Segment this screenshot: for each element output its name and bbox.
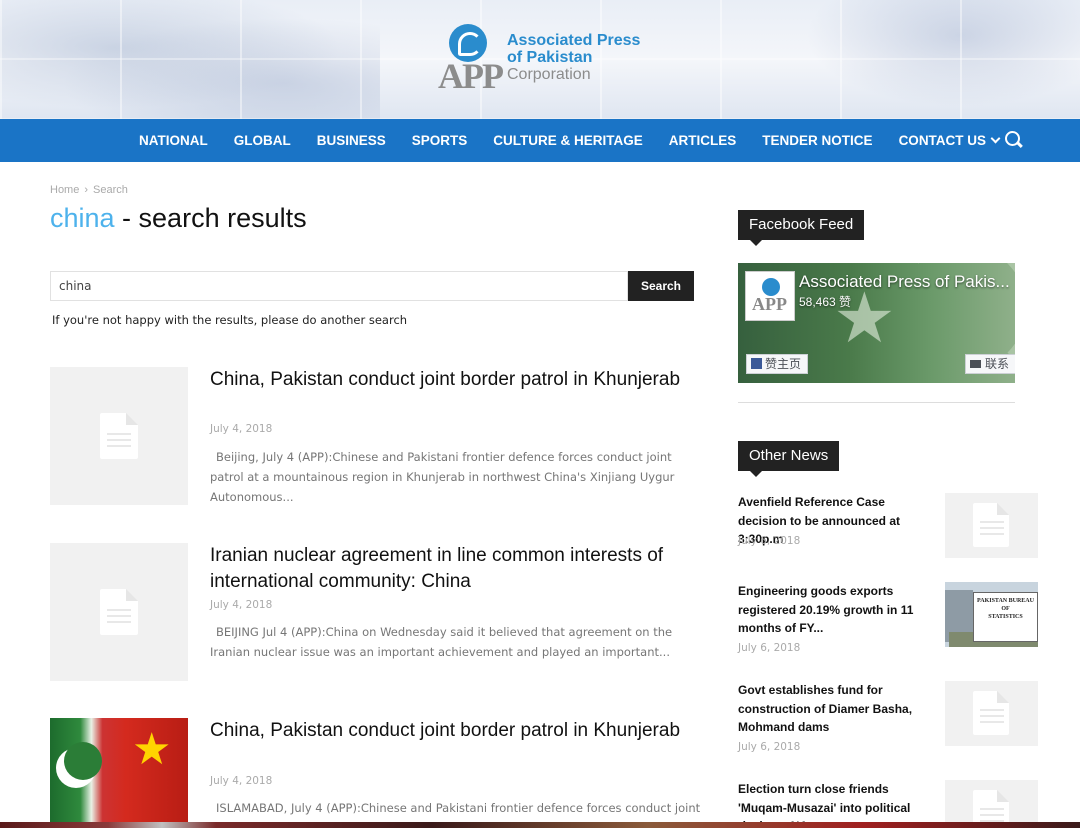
nav-item-business[interactable]: BUSINESS bbox=[304, 119, 399, 162]
search-result: Iranian nuclear agreement in line common… bbox=[50, 543, 700, 683]
document-placeholder-icon bbox=[973, 790, 1009, 822]
document-placeholder-icon bbox=[100, 589, 138, 635]
document-placeholder-icon bbox=[973, 503, 1009, 547]
document-placeholder-icon bbox=[100, 413, 138, 459]
message-button-label: 联系 bbox=[985, 357, 1010, 371]
star-icon: ★ bbox=[132, 725, 172, 774]
facebook-page-name[interactable]: Associated Press of Pakis... bbox=[799, 272, 1010, 292]
search-result: ★ China, Pakistan conduct joint border p… bbox=[50, 718, 700, 822]
news-title[interactable]: Govt establishes fund for construction o… bbox=[738, 681, 933, 737]
news-title[interactable]: Election turn close friends 'Muqam-Musaz… bbox=[738, 780, 933, 822]
news-thumbnail[interactable] bbox=[945, 780, 1038, 822]
result-excerpt: BEIJING Jul 4 (APP):China on Wednesday s… bbox=[210, 625, 673, 659]
search-result: China, Pakistan conduct joint border pat… bbox=[50, 367, 700, 507]
signboard-line-3: STATISTICS bbox=[988, 614, 1023, 620]
news-item: Avenfield Reference Case decision to be … bbox=[738, 493, 1038, 563]
result-title[interactable]: China, Pakistan conduct joint border pat… bbox=[210, 367, 690, 393]
logo-line-3: Corporation bbox=[507, 66, 591, 83]
result-date: July 4, 2018 bbox=[210, 423, 273, 435]
result-excerpt: ISLAMABAD, July 4 (APP):Chinese and Paki… bbox=[216, 801, 700, 815]
other-news-title: Other News bbox=[738, 441, 840, 477]
chevron-down-icon bbox=[990, 133, 1001, 144]
news-item: Govt establishes fund for construction o… bbox=[738, 681, 1038, 761]
facebook-icon bbox=[751, 358, 762, 369]
site-logo[interactable]: APP Associated Press of Pakistan Corpora… bbox=[438, 22, 668, 98]
facebook-like-count: 58,463 赞 bbox=[799, 295, 852, 309]
site-header: APP Associated Press of Pakistan Corpora… bbox=[0, 0, 1080, 119]
result-title[interactable]: Iranian nuclear agreement in line common… bbox=[210, 543, 690, 595]
facebook-like-button[interactable]: 赞主页 bbox=[746, 354, 809, 374]
result-thumbnail-flag-image[interactable]: ★ bbox=[50, 718, 188, 822]
news-thumbnail[interactable] bbox=[945, 681, 1038, 746]
nav-item-label: CONTACT US bbox=[898, 133, 987, 148]
nav-item-articles[interactable]: ARTICLES bbox=[656, 119, 750, 162]
news-title[interactable]: Engineering goods exports registered 20.… bbox=[738, 582, 933, 638]
os-taskbar-strip bbox=[0, 822, 1080, 828]
search-input[interactable]: china bbox=[50, 271, 628, 301]
signboard-line-1: PAKISTAN BUREAU bbox=[977, 598, 1034, 604]
facebook-feed-title: Facebook Feed bbox=[738, 210, 865, 246]
nav-item-contact-us[interactable]: CONTACT US bbox=[886, 119, 1013, 162]
news-date: July 6, 2018 bbox=[738, 535, 801, 547]
crescent-cutout bbox=[64, 742, 102, 780]
result-date: July 4, 2018 bbox=[210, 775, 273, 787]
breadcrumb: Home › Search bbox=[50, 184, 128, 196]
result-excerpt: Beijing, July 4 (APP):Chinese and Pakist… bbox=[210, 450, 675, 504]
nav-item-label: ARTICLES bbox=[668, 133, 737, 148]
nav-item-label: SPORTS bbox=[411, 133, 468, 148]
logo-mark: APP bbox=[438, 56, 504, 96]
envelope-icon bbox=[970, 360, 981, 368]
search-query: china bbox=[50, 203, 115, 233]
breadcrumb-home[interactable]: Home bbox=[50, 184, 79, 196]
news-thumbnail[interactable] bbox=[945, 493, 1038, 558]
breadcrumb-current: Search bbox=[93, 184, 128, 196]
result-date: July 4, 2018 bbox=[210, 599, 273, 611]
nav-item-tender-notice[interactable]: TENDER NOTICE bbox=[749, 119, 885, 162]
like-button-label: 赞主页 bbox=[765, 357, 802, 371]
search-icon[interactable] bbox=[1005, 131, 1023, 149]
result-thumbnail[interactable] bbox=[50, 543, 188, 681]
news-date: July 6, 2018 bbox=[738, 642, 801, 654]
statistics-signboard: PAKISTAN BUREAU OF STATISTICS bbox=[973, 592, 1038, 642]
news-date: July 6, 2018 bbox=[738, 741, 801, 753]
search-button[interactable]: Search bbox=[628, 271, 694, 301]
nav-item-label: NATIONAL bbox=[139, 133, 208, 148]
logo-line-2: of Pakistan bbox=[507, 49, 593, 66]
page-title-suffix: - search results bbox=[114, 203, 307, 233]
chevron-right-icon: › bbox=[84, 184, 89, 196]
nav-item-culture-heritage[interactable]: CULTURE & HERITAGE bbox=[480, 119, 656, 162]
avatar-logo-mark: APP bbox=[752, 294, 787, 314]
nav-item-label: GLOBAL bbox=[233, 133, 291, 148]
facebook-page-avatar[interactable]: APP bbox=[745, 271, 795, 321]
news-thumbnail-statistics-building[interactable]: PAKISTAN BUREAU OF STATISTICS bbox=[945, 582, 1038, 647]
nav-item-label: BUSINESS bbox=[316, 133, 386, 148]
nav-item-national[interactable]: NATIONAL bbox=[126, 119, 221, 162]
signboard-line-2: OF bbox=[1001, 606, 1010, 612]
page-title: china - search results bbox=[50, 203, 307, 234]
result-thumbnail[interactable] bbox=[50, 367, 188, 505]
logo-line-1: Associated Press bbox=[507, 32, 641, 49]
facebook-message-button[interactable]: 联系 bbox=[965, 354, 1015, 374]
document-placeholder-icon bbox=[973, 691, 1009, 735]
nav-item-global[interactable]: GLOBAL bbox=[221, 119, 304, 162]
nav-item-sports[interactable]: SPORTS bbox=[399, 119, 481, 162]
result-title[interactable]: China, Pakistan conduct joint border pat… bbox=[210, 718, 690, 744]
news-item: Engineering goods exports registered 20.… bbox=[738, 582, 1038, 662]
facebook-page-widget[interactable]: ★ APP Associated Press of Pakis... 58,46… bbox=[738, 263, 1015, 403]
news-item: Election turn close friends 'Muqam-Musaz… bbox=[738, 780, 1038, 822]
nav-menu: NATIONAL GLOBAL BUSINESS SPORTS CULTURE … bbox=[126, 119, 1012, 162]
main-nav: NATIONAL GLOBAL BUSINESS SPORTS CULTURE … bbox=[0, 119, 1080, 162]
nav-item-label: TENDER NOTICE bbox=[762, 133, 873, 148]
search-hint: If you're not happy with the results, pl… bbox=[52, 313, 408, 327]
nav-item-label: CULTURE & HERITAGE bbox=[493, 133, 643, 148]
